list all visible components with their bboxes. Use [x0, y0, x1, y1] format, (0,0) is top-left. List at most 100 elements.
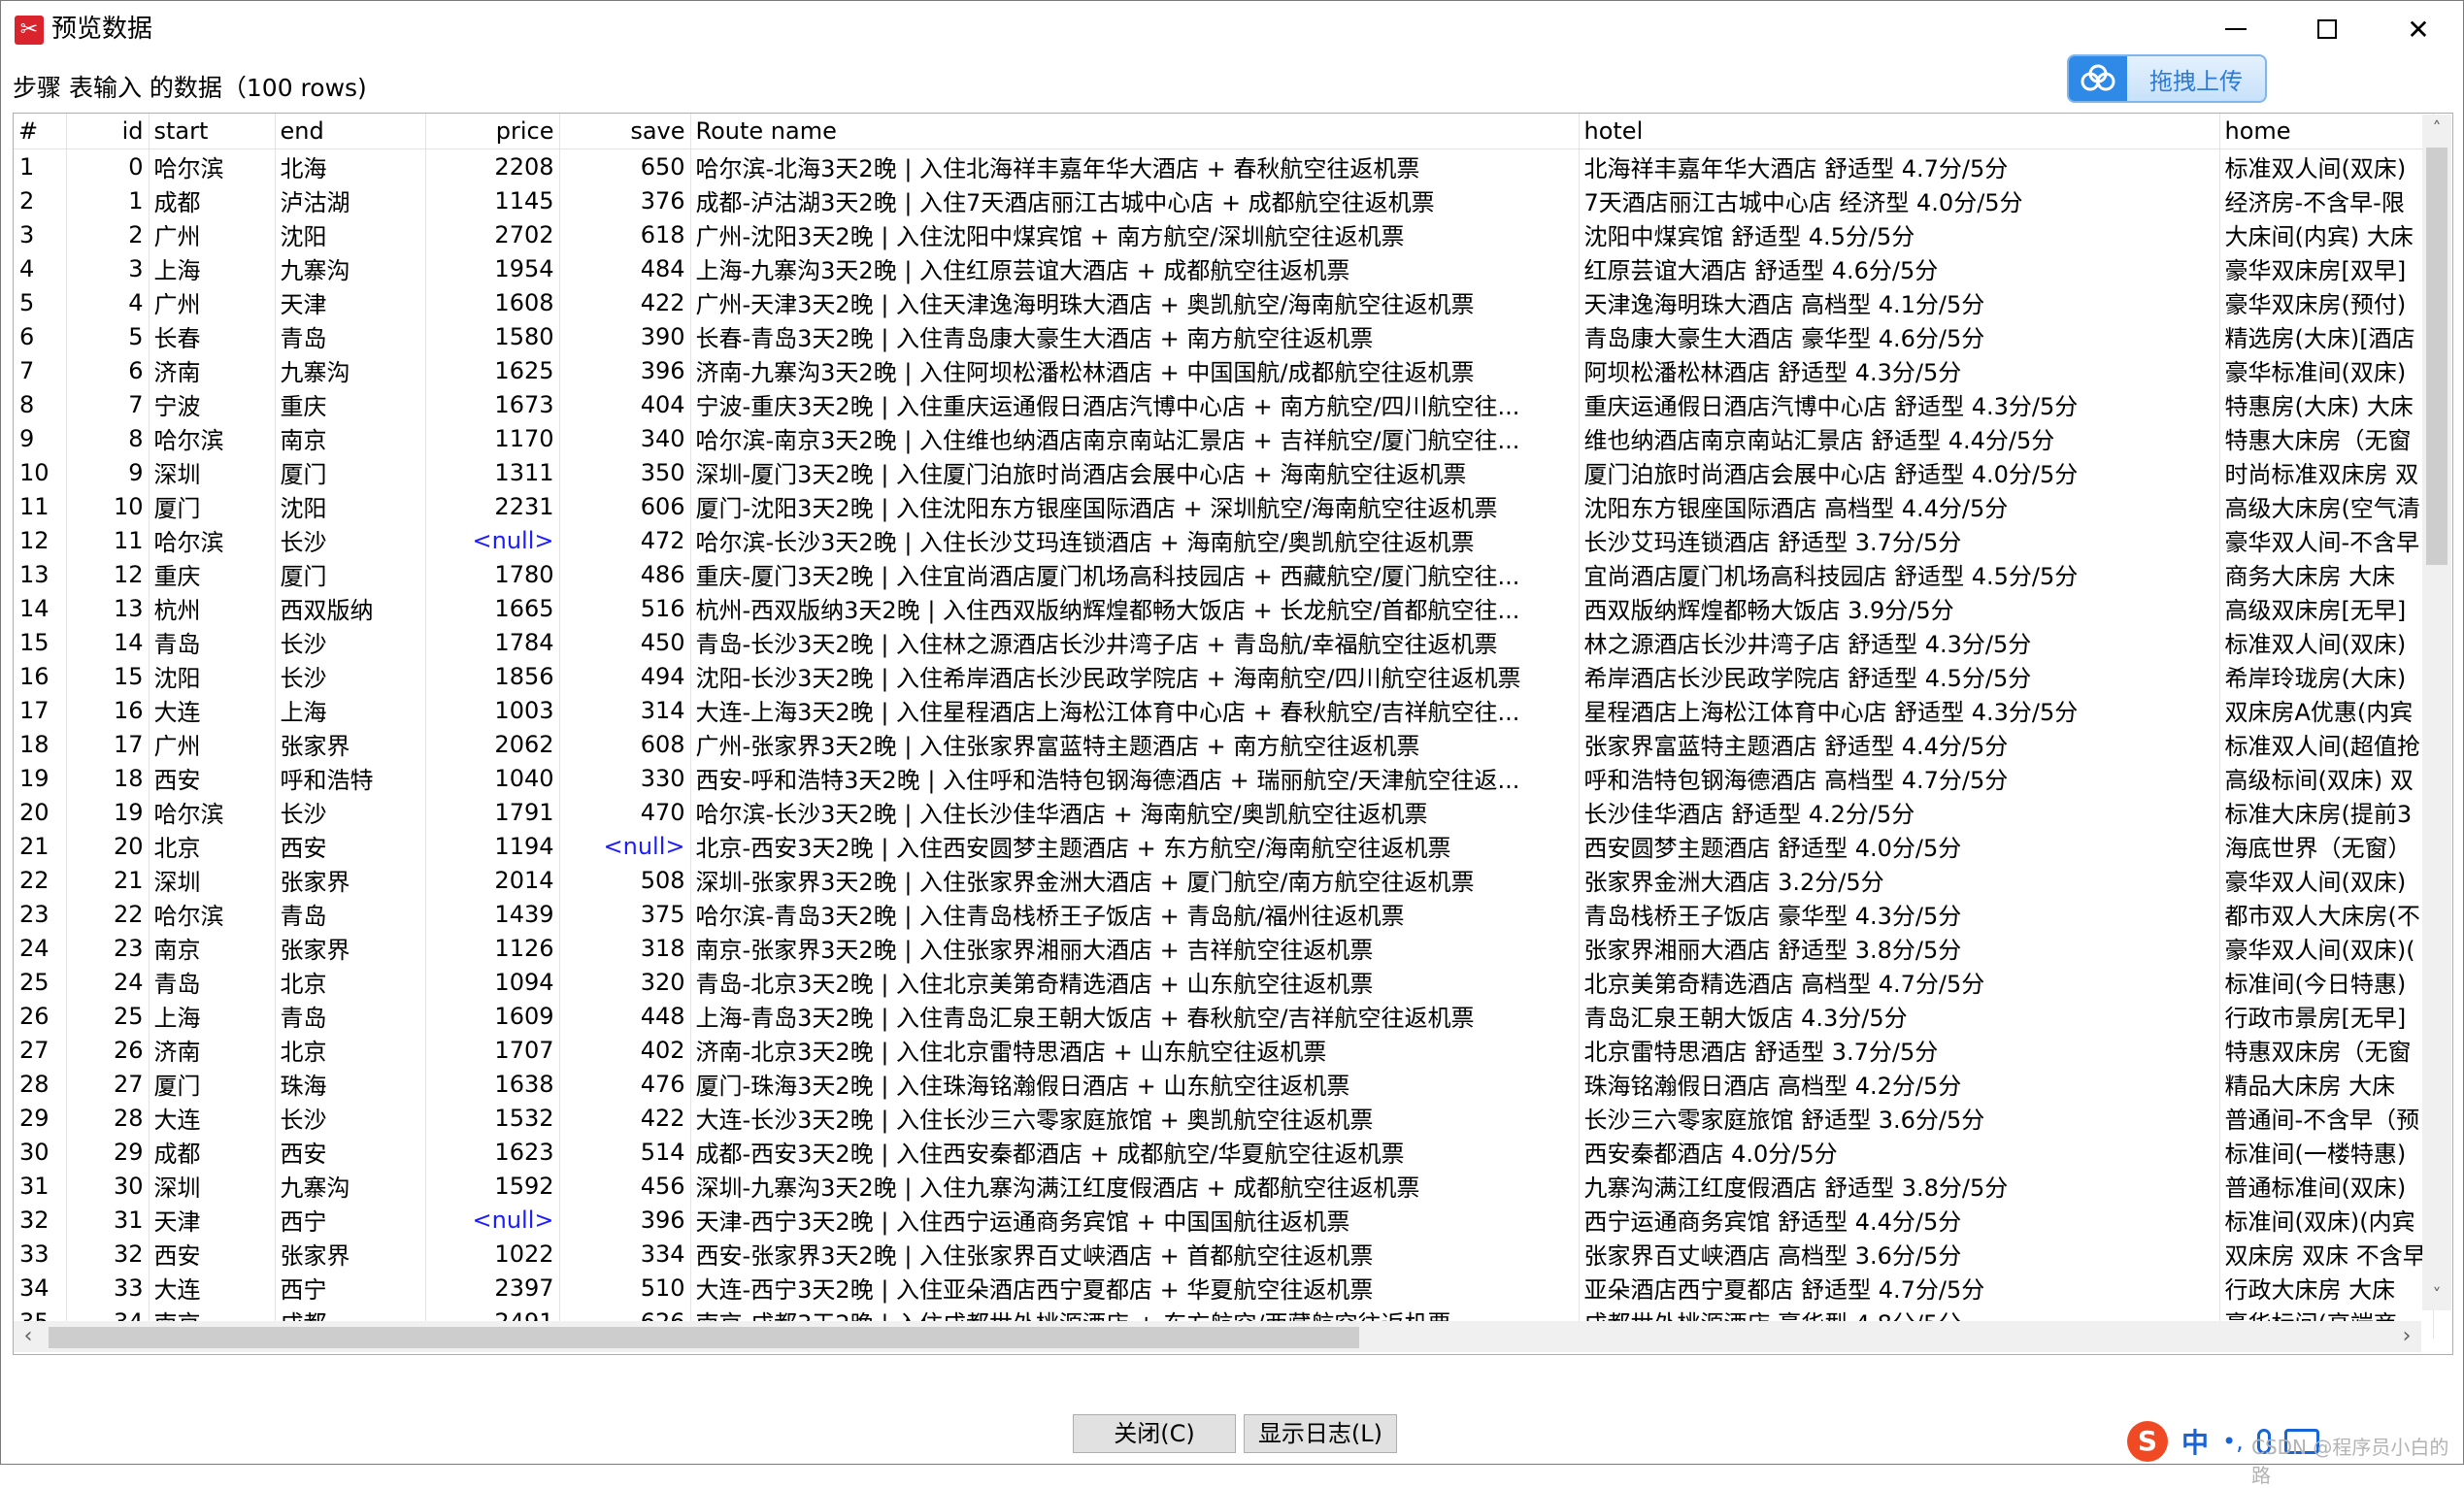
- cell-route-name[interactable]: 厦门-沈阳3天2晚 | 入住沈阳东方银座国际酒店 + 深圳航空/海南航空往返机票: [690, 489, 1580, 523]
- cell-save[interactable]: 330: [559, 761, 691, 795]
- cell-start[interactable]: 哈尔滨: [149, 149, 276, 183]
- cell-rownum[interactable]: 13: [14, 557, 67, 591]
- cell-start[interactable]: 西安: [149, 1237, 276, 1271]
- cell-rownum[interactable]: 29: [14, 1101, 67, 1135]
- cell-save[interactable]: 396: [559, 1203, 691, 1237]
- cell-id[interactable]: 31: [66, 1203, 150, 1237]
- cell-start[interactable]: 深圳: [149, 863, 276, 897]
- cell-end[interactable]: 长沙: [275, 659, 426, 693]
- cell-route-name[interactable]: 南京-张家界3天2晚 | 入住张家界湘丽大酒店 + 吉祥航空往返机票: [690, 931, 1580, 965]
- cell-hotel[interactable]: 青岛栈桥王子饭店 豪华型 4.3分/5分: [1579, 897, 2220, 931]
- table-row[interactable]: 28 27 厦门 珠海 1638 476 厦门-珠海3天2晚 | 入住珠海铭瀚假日酒店 + …: [14, 1067, 2434, 1101]
- cell-save[interactable]: 320: [559, 965, 691, 999]
- cell-hotel[interactable]: 重庆运通假日酒店汽博中心店 舒适型 4.3分/5分: [1579, 387, 2220, 421]
- cell-end[interactable]: 长沙: [275, 625, 426, 659]
- cell-end[interactable]: 重庆: [275, 387, 426, 421]
- cell-price[interactable]: 1170: [425, 421, 560, 455]
- cell-save[interactable]: 376: [559, 183, 691, 217]
- cell-end[interactable]: 西宁: [275, 1203, 426, 1237]
- cell-id[interactable]: 33: [66, 1271, 150, 1305]
- cell-start[interactable]: 南京: [149, 931, 276, 965]
- cell-start[interactable]: 杭州: [149, 591, 276, 625]
- cell-home[interactable]: 时尚标准双床房 双: [2219, 455, 2434, 489]
- cell-save[interactable]: 350: [559, 455, 691, 489]
- cell-id[interactable]: 14: [66, 625, 150, 659]
- cell-rownum[interactable]: 15: [14, 625, 67, 659]
- cell-hotel[interactable]: 青岛康大豪生大酒店 豪华型 4.6分/5分: [1579, 319, 2220, 353]
- cell-home[interactable]: 双床房A优惠(内宾: [2219, 693, 2434, 727]
- cell-end[interactable]: 九寨沟: [275, 251, 426, 285]
- cell-rownum[interactable]: 2: [14, 183, 67, 217]
- cell-price[interactable]: 1954: [425, 251, 560, 285]
- cell-end[interactable]: 张家界: [275, 727, 426, 761]
- cell-rownum[interactable]: 32: [14, 1203, 67, 1237]
- cell-home[interactable]: 双床房 双床 不含早: [2219, 1237, 2434, 1271]
- cell-hotel[interactable]: 张家界湘丽大酒店 舒适型 3.8分/5分: [1579, 931, 2220, 965]
- cell-home[interactable]: 精选房(大床)[酒店: [2219, 319, 2434, 353]
- table-row[interactable]: 24 23 南京 张家界 1126 318 南京-张家界3天2晚 | 入住张家界湘丽大酒店 …: [14, 931, 2434, 965]
- cell-rownum[interactable]: 27: [14, 1033, 67, 1067]
- cell-id[interactable]: 28: [66, 1101, 150, 1135]
- cell-home[interactable]: 精品大床房 大床: [2219, 1067, 2434, 1101]
- cell-route-name[interactable]: 成都-西安3天2晚 | 入住西安秦都酒店 + 成都航空/华夏航空往返机票: [690, 1135, 1580, 1169]
- cell-hotel[interactable]: 青岛汇泉王朝大饭店 4.3分/5分: [1579, 999, 2220, 1033]
- cell-price[interactable]: <null>: [425, 1203, 560, 1237]
- cell-route-name[interactable]: 大连-长沙3天2晚 | 入住长沙三六零家庭旅馆 + 奥凯航空往返机票: [690, 1101, 1580, 1135]
- cell-hotel[interactable]: 西安秦都酒店 4.0分/5分: [1579, 1135, 2220, 1169]
- cell-route-name[interactable]: 大连-上海3天2晚 | 入住星程酒店上海松江体育中心店 + 春秋航空/吉祥航空往…: [690, 693, 1580, 727]
- cell-hotel[interactable]: 林之源酒店长沙井湾子店 舒适型 4.3分/5分: [1579, 625, 2220, 659]
- cell-start[interactable]: 上海: [149, 251, 276, 285]
- cell-id[interactable]: 19: [66, 795, 150, 829]
- table-row[interactable]: 6 5 长春 青岛 1580 390 长春-青岛3天2晚 | 入住青岛康大豪生大酒店 + 南…: [14, 319, 2434, 353]
- cell-save[interactable]: 318: [559, 931, 691, 965]
- cell-price[interactable]: 1003: [425, 693, 560, 727]
- cell-id[interactable]: 25: [66, 999, 150, 1033]
- table-row[interactable]: 18 17 广州 张家界 2062 608 广州-张家界3天2晚 | 入住张家界富蓝特主题酒…: [14, 727, 2434, 761]
- cell-route-name[interactable]: 济南-九寨沟3天2晚 | 入住阿坝松潘松林酒店 + 中国国航/成都航空往返机票: [690, 353, 1580, 387]
- cell-hotel[interactable]: 呼和浩特包钢海德酒店 高档型 4.7分/5分: [1579, 761, 2220, 795]
- cell-hotel[interactable]: 长沙艾玛连锁酒店 舒适型 3.7分/5分: [1579, 523, 2220, 557]
- cell-price[interactable]: 1145: [425, 183, 560, 217]
- cell-home[interactable]: 豪华双人间-不含早: [2219, 523, 2434, 557]
- ime-punctuation-toggle[interactable]: •,: [2222, 1428, 2244, 1455]
- cell-price[interactable]: 1194: [425, 829, 560, 863]
- scroll-up-icon[interactable]: ˄: [2422, 115, 2451, 144]
- column-header-end[interactable]: end: [275, 114, 426, 149]
- cell-price[interactable]: 2014: [425, 863, 560, 897]
- cell-hotel[interactable]: 北京美第奇精选酒店 高档型 4.7分/5分: [1579, 965, 2220, 999]
- table-row[interactable]: 9 8 哈尔滨 南京 1170 340 哈尔滨-南京3天2晚 | 入住维也纳酒店南京南站汇景…: [14, 421, 2434, 455]
- cell-hotel[interactable]: 沈阳东方银座国际酒店 高档型 4.4分/5分: [1579, 489, 2220, 523]
- cell-save[interactable]: 450: [559, 625, 691, 659]
- cell-end[interactable]: 沈阳: [275, 489, 426, 523]
- cell-route-name[interactable]: 长春-青岛3天2晚 | 入住青岛康大豪生大酒店 + 南方航空往返机票: [690, 319, 1580, 353]
- cell-rownum[interactable]: 4: [14, 251, 67, 285]
- cell-start[interactable]: 厦门: [149, 1067, 276, 1101]
- cell-hotel[interactable]: 厦门泊旅时尚酒店会展中心店 舒适型 4.0分/5分: [1579, 455, 2220, 489]
- cell-id[interactable]: 30: [66, 1169, 150, 1203]
- cell-start[interactable]: 大连: [149, 1101, 276, 1135]
- cell-rownum[interactable]: 10: [14, 455, 67, 489]
- cell-id[interactable]: 23: [66, 931, 150, 965]
- cell-end[interactable]: 青岛: [275, 319, 426, 353]
- cell-start[interactable]: 厦门: [149, 489, 276, 523]
- cell-id[interactable]: 20: [66, 829, 150, 863]
- cell-save[interactable]: 396: [559, 353, 691, 387]
- cell-route-name[interactable]: 天津-西宁3天2晚 | 入住西宁运通商务宾馆 + 中国国航往返机票: [690, 1203, 1580, 1237]
- cell-id[interactable]: 6: [66, 353, 150, 387]
- cell-route-name[interactable]: 深圳-张家界3天2晚 | 入住张家界金洲大酒店 + 厦门航空/南方航空往返机票: [690, 863, 1580, 897]
- table-row[interactable]: 30 29 成都 西安 1623 514 成都-西安3天2晚 | 入住西安秦都酒店 + 成都…: [14, 1135, 2434, 1169]
- cell-end[interactable]: 长沙: [275, 795, 426, 829]
- cell-route-name[interactable]: 上海-青岛3天2晚 | 入住青岛汇泉王朝大饭店 + 春秋航空/吉祥航空往返机票: [690, 999, 1580, 1033]
- cell-id[interactable]: 4: [66, 285, 150, 319]
- cell-start[interactable]: 宁波: [149, 387, 276, 421]
- cell-start[interactable]: 哈尔滨: [149, 897, 276, 931]
- cell-route-name[interactable]: 沈阳-长沙3天2晚 | 入住希岸酒店长沙民政学院店 + 海南航空/四川航空往返机…: [690, 659, 1580, 693]
- cell-start[interactable]: 成都: [149, 1135, 276, 1169]
- cell-end[interactable]: 西安: [275, 829, 426, 863]
- cell-home[interactable]: 希岸玲珑房(大床): [2219, 659, 2434, 693]
- cell-route-name[interactable]: 广州-沈阳3天2晚 | 入住沈阳中煤宾馆 + 南方航空/深圳航空往返机票: [690, 217, 1580, 251]
- cell-end[interactable]: 西安: [275, 1135, 426, 1169]
- drag-upload-button[interactable]: 拖拽上传: [2067, 54, 2267, 103]
- cell-home[interactable]: 豪华双床房(预付): [2219, 285, 2434, 319]
- table-row[interactable]: 22 21 深圳 张家界 2014 508 深圳-张家界3天2晚 | 入住张家界金洲大酒店 …: [14, 863, 2434, 897]
